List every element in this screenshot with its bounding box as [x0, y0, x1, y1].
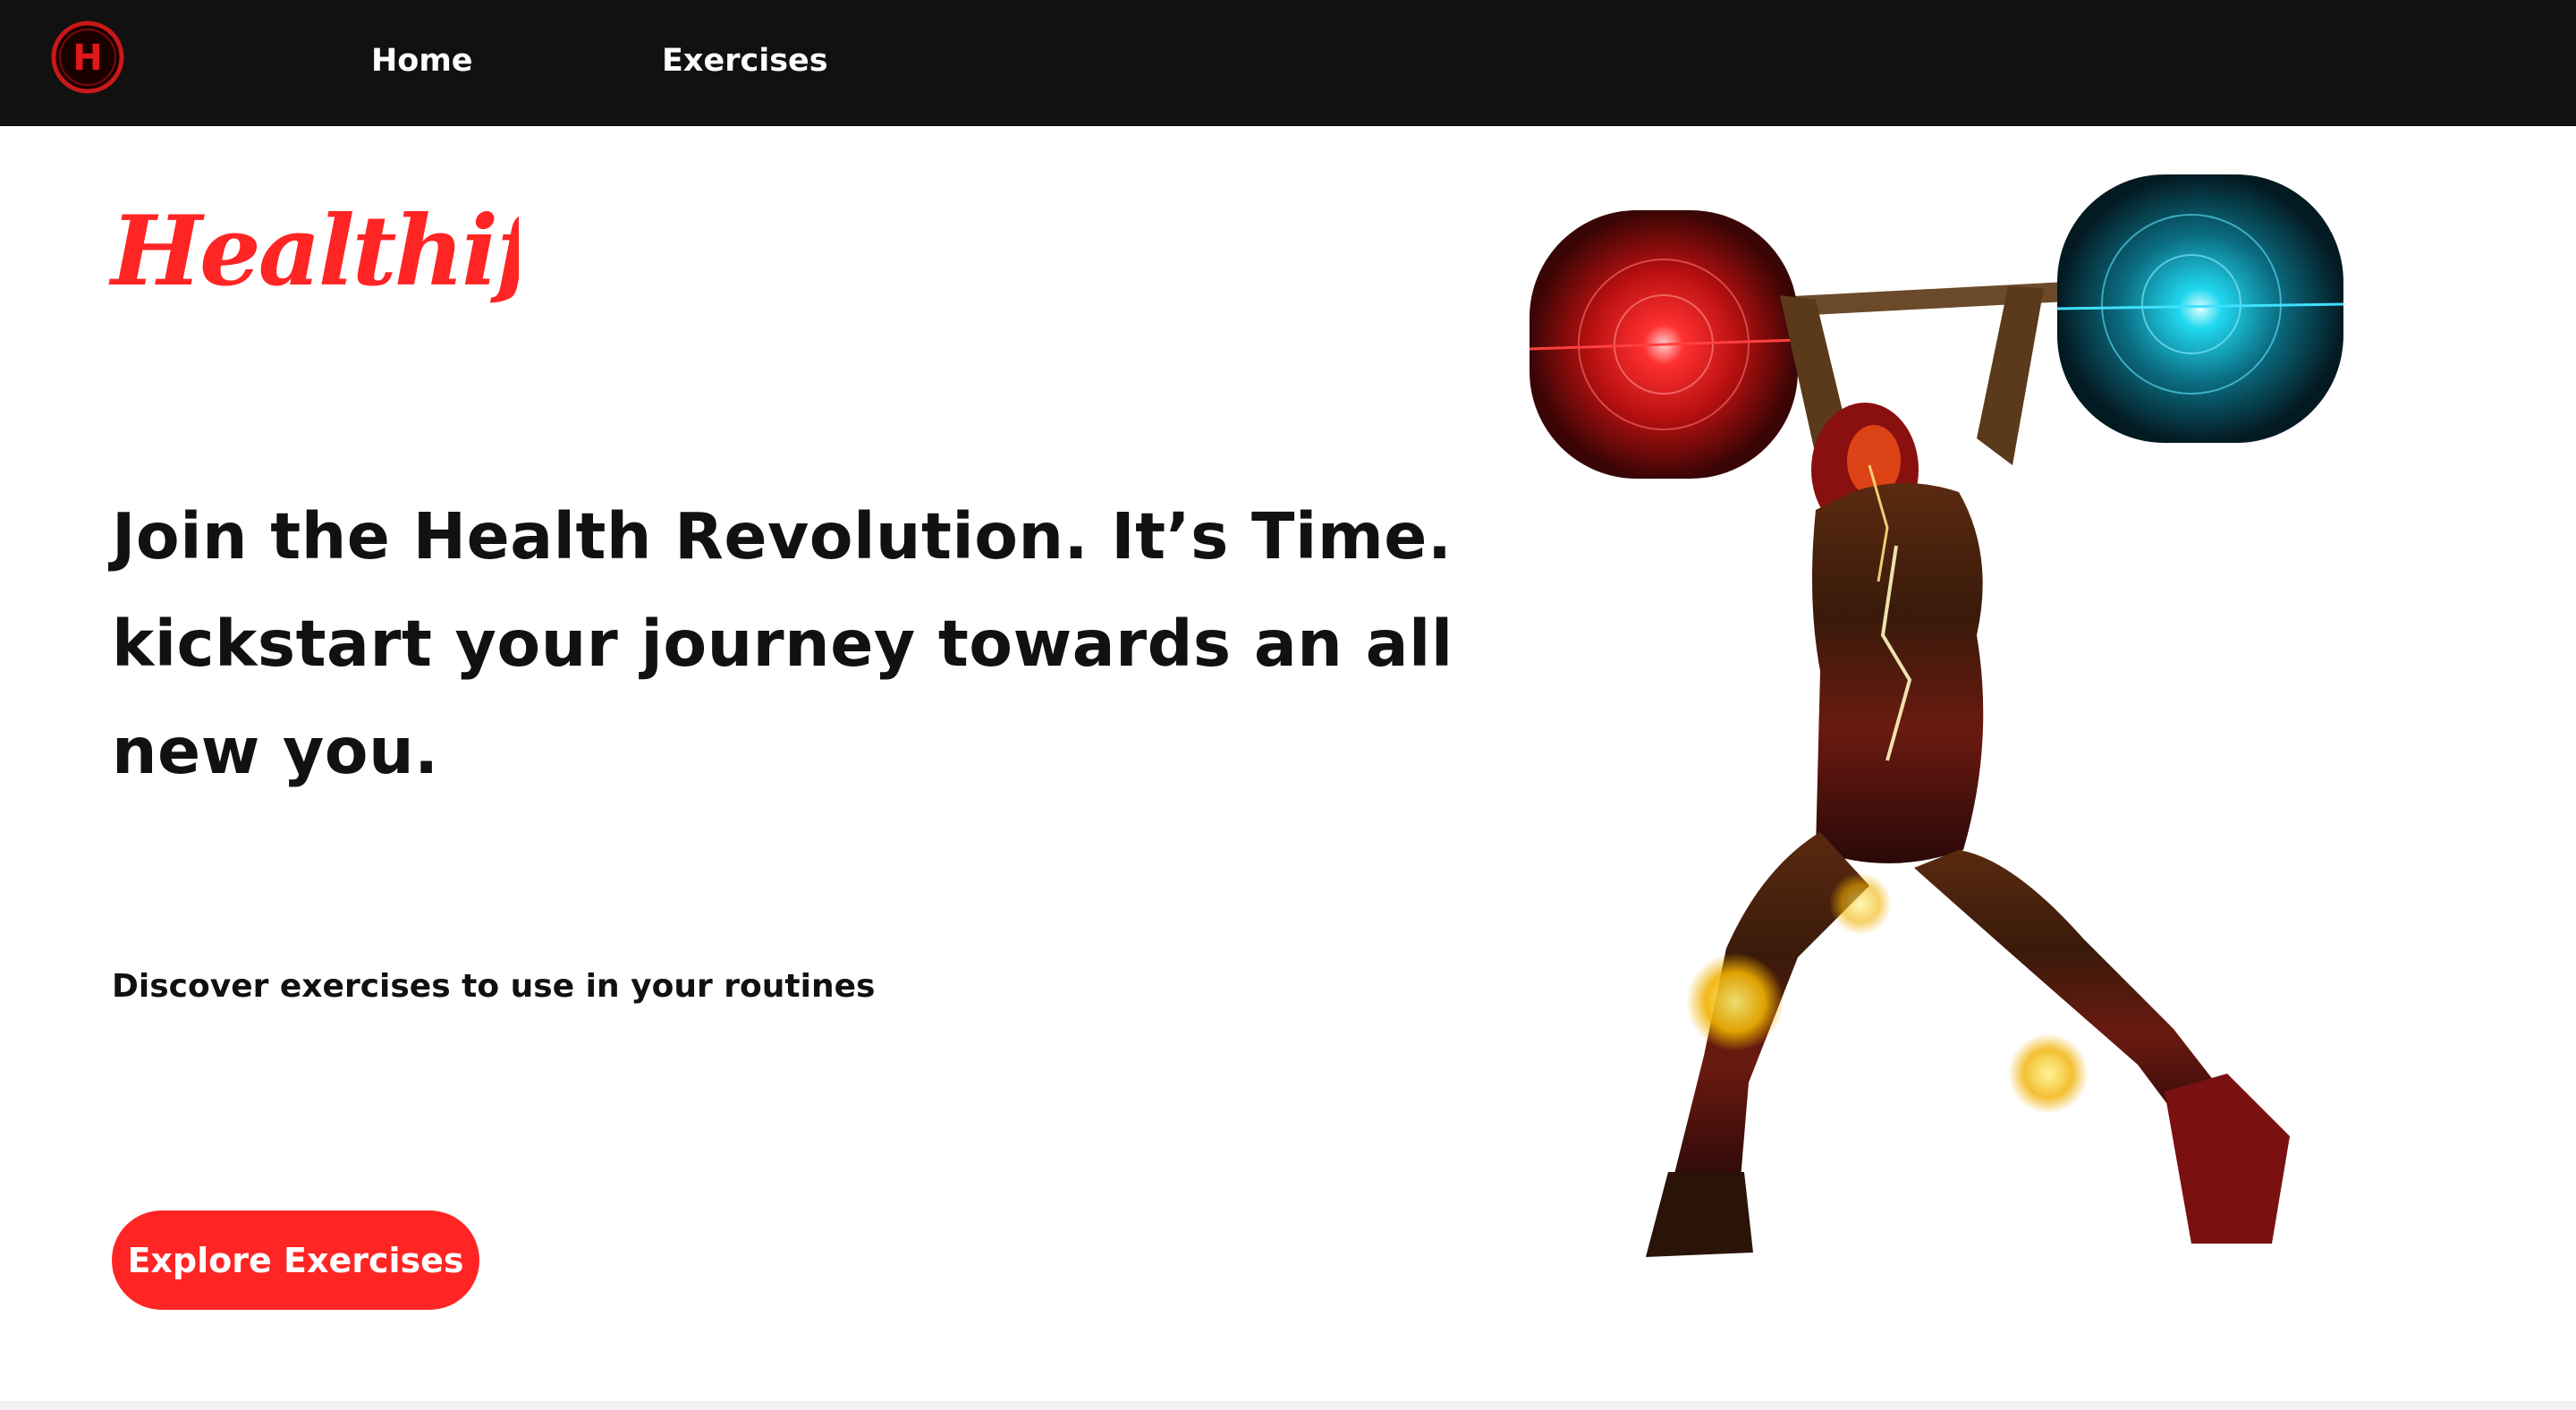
top-navbar: H Home Exercises	[0, 0, 2576, 126]
brand-name: Healthify	[108, 195, 519, 308]
weightlifter-illustration	[1512, 170, 2388, 1279]
nav-link-home[interactable]: Home	[371, 39, 473, 82]
explore-exercises-button[interactable]: Explore Exercises	[112, 1210, 479, 1310]
hero-subtitle: Discover exercises to use in your routin…	[112, 968, 876, 1005]
red-weight-plate	[1529, 210, 1799, 479]
hero-headline: Join the Health Revolution. It’s Time. k…	[112, 499, 1453, 788]
page-bottom-strip	[0, 1401, 2576, 1410]
brand-wordmark: Healthify	[107, 179, 599, 331]
nav-link-exercises[interactable]: Exercises	[662, 39, 828, 82]
logo-letter: H	[72, 38, 102, 79]
logo-h-icon[interactable]: H	[50, 20, 125, 95]
blue-weight-plate	[2056, 174, 2344, 443]
